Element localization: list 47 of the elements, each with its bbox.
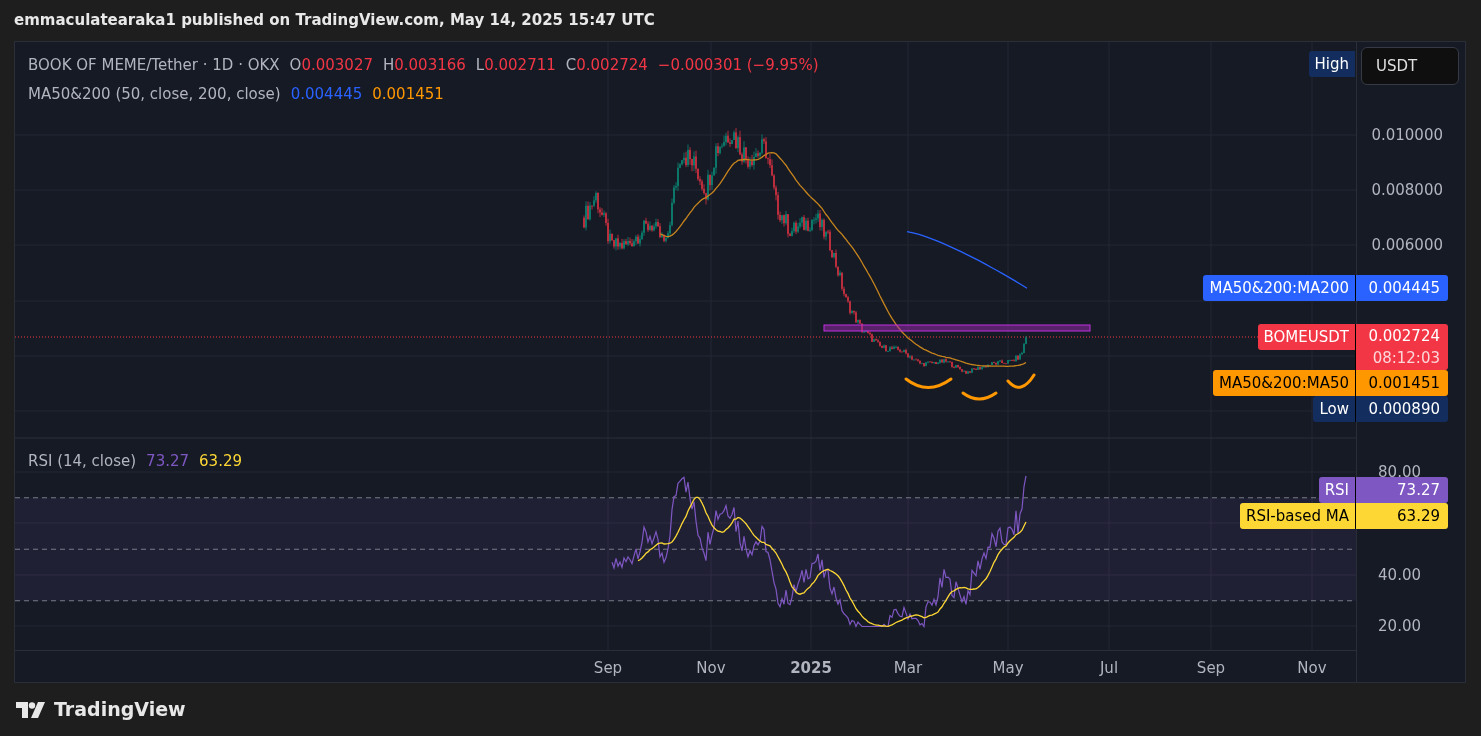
price-value: 0.004445 bbox=[1368, 278, 1440, 299]
price-axis-label: 0.010000 bbox=[1371, 124, 1443, 146]
price-value: 0.001451 bbox=[1368, 373, 1440, 394]
time-axis-label: Nov bbox=[696, 658, 726, 680]
price-label-name: MA50&200:MA200 bbox=[1203, 275, 1355, 301]
price-value: 0.000890 bbox=[1368, 399, 1440, 420]
publish-info: emmaculatearaka1 published on TradingView.com, May 14, 2025 15:47 UTC bbox=[14, 10, 655, 32]
price-value: 0.002724 bbox=[1368, 326, 1440, 347]
price-axis-label: 0.006000 bbox=[1371, 234, 1443, 256]
rsi-axis-label: 40.00 bbox=[1378, 564, 1421, 586]
time-axis-label: Mar bbox=[893, 658, 923, 680]
price-label-name: MA50&200:MA50 bbox=[1213, 370, 1355, 396]
rsi-axis-label: 80.00 bbox=[1378, 461, 1421, 483]
ohlc-value: 0.002711 bbox=[484, 55, 556, 76]
price-label-name: RSI-based MA bbox=[1239, 503, 1355, 529]
ohlc-key: O bbox=[289, 54, 302, 77]
ohlc-key: C bbox=[565, 54, 577, 77]
time-axis-label: Sep bbox=[1196, 658, 1226, 680]
brand-name: TradingView bbox=[54, 697, 186, 723]
price-label-name: RSI bbox=[1318, 477, 1355, 503]
symbol-title: BOOK OF MEME/Tether · 1D · OKX bbox=[28, 55, 280, 76]
currency-button[interactable]: USDT bbox=[1361, 47, 1459, 85]
ohlc-value: 0.002724 bbox=[576, 55, 648, 76]
price-label-name: High bbox=[1308, 51, 1355, 77]
ohlc-value: 0.003027 bbox=[301, 55, 373, 76]
time-axis-label: Nov bbox=[1297, 658, 1327, 680]
price-value: 73.27 bbox=[1397, 480, 1440, 501]
indicator-title: RSI (14, close) bbox=[28, 451, 137, 472]
ohlc-key: H bbox=[383, 54, 395, 77]
ohlc-key: L bbox=[475, 54, 485, 77]
rsi-axis-label: 20.00 bbox=[1378, 615, 1421, 637]
indicator-value: 63.29 bbox=[199, 451, 242, 472]
time-axis-label: Sep bbox=[593, 658, 623, 680]
price-label-name: BOMEUSDT bbox=[1257, 324, 1355, 350]
time-axis-label: 2025 bbox=[790, 658, 832, 680]
price-value: 63.29 bbox=[1397, 506, 1440, 527]
indicator-value: 0.004445 bbox=[290, 83, 363, 105]
indicator-title: MA50&200 (50, close, 200, close) bbox=[28, 83, 281, 105]
indicator-value: 0.001451 bbox=[372, 83, 444, 105]
countdown-timer: 08:12:03 bbox=[1372, 348, 1440, 369]
time-axis-label: Jul bbox=[1099, 658, 1119, 680]
time-axis-label: May bbox=[992, 658, 1024, 680]
price-label-name: Low bbox=[1313, 396, 1355, 422]
price-axis-label: 0.008000 bbox=[1371, 179, 1443, 201]
indicator-value: 73.27 bbox=[146, 451, 190, 472]
ohlc-value: 0.003166 bbox=[394, 55, 466, 76]
price-change: −0.000301 (−9.95%) bbox=[657, 55, 819, 76]
